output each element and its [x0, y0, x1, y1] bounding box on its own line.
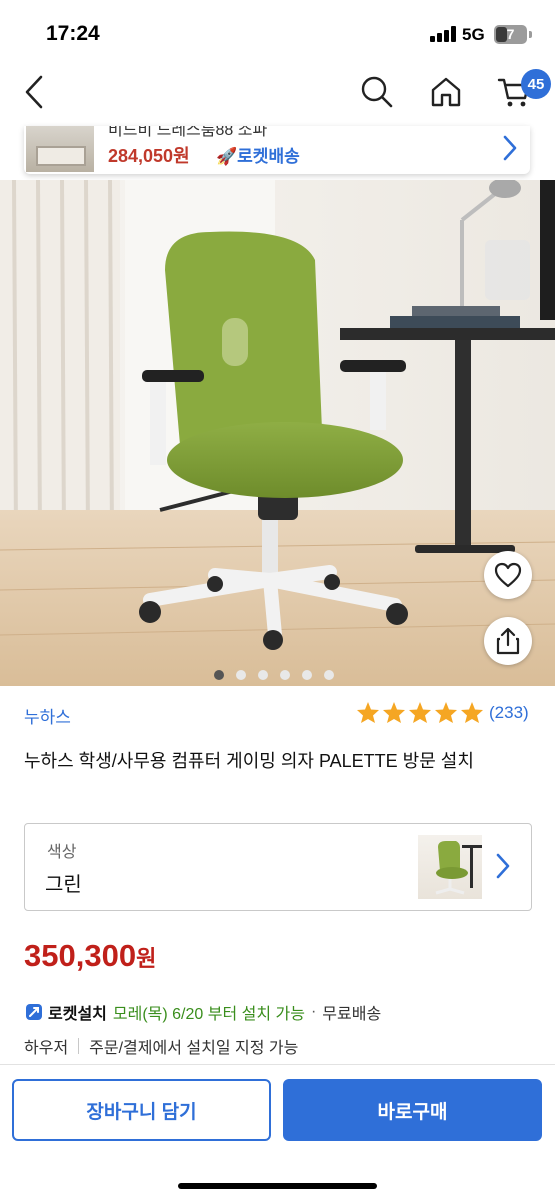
- buy-now-button[interactable]: 바로구매: [283, 1079, 542, 1141]
- product-title: 누하스 학생/사무용 컴퓨터 게이밍 의자 PALETTE 방문 설치: [24, 751, 474, 771]
- chevron-right-icon: [495, 852, 511, 885]
- image-pagination: [214, 670, 334, 680]
- nav-bar: [0, 62, 555, 126]
- option-value: 그린: [45, 874, 82, 896]
- rocket-install-icon: [26, 1004, 42, 1020]
- option-label: 색상: [47, 844, 77, 861]
- product-image[interactable]: [0, 180, 555, 686]
- cart-count-badge: 45: [521, 69, 551, 99]
- pagination-dot[interactable]: [324, 670, 334, 680]
- home-indicator[interactable]: [178, 1183, 377, 1189]
- battery-cap: [529, 31, 532, 38]
- related-product-card[interactable]: 비드비 드레스룸88 소파 284,050원 🚀로켓배송: [24, 126, 530, 174]
- pagination-dot[interactable]: [214, 670, 224, 680]
- favorite-button[interactable]: [484, 551, 532, 599]
- back-button[interactable]: [12, 70, 56, 114]
- related-product-title: 비드비 드레스룸88 소파: [108, 126, 268, 139]
- star-icon: [383, 702, 405, 723]
- star-icon: [357, 702, 379, 723]
- rating-stars[interactable]: [356, 701, 484, 724]
- chair-photo: [0, 180, 555, 686]
- rocket-install-badge: 로켓설치: [48, 1006, 107, 1023]
- review-count[interactable]: (233): [489, 703, 529, 723]
- price-amount: 350,300: [24, 938, 137, 973]
- pagination-dot[interactable]: [302, 670, 312, 680]
- bottom-action-bar: 장바구니 담기 바로구매: [0, 1064, 555, 1200]
- star-icon: [409, 702, 431, 723]
- battery-level: 7: [506, 26, 515, 42]
- seller-info: 하우저 주문/결제에서 설치일 지정 가능: [24, 1034, 298, 1058]
- rocket-icon: 🚀: [216, 147, 238, 166]
- product-price: 350,300원: [24, 938, 156, 974]
- pagination-dot[interactable]: [258, 670, 268, 680]
- status-bar: 17:24 5G 7: [0, 0, 555, 62]
- pagination-dot[interactable]: [280, 670, 290, 680]
- chevron-right-icon[interactable]: [502, 134, 518, 167]
- related-product-price: 284,050원: [108, 146, 190, 166]
- network-label: 5G: [462, 25, 485, 44]
- back-arrow-icon: [25, 75, 43, 109]
- signal-icon: [430, 26, 456, 42]
- home-button[interactable]: [424, 70, 468, 114]
- delivery-date: 모레(목) 6/20 부터 설치 가능: [112, 1006, 305, 1023]
- divider: [78, 1038, 80, 1054]
- related-product-shipping: 🚀로켓배송: [216, 147, 300, 166]
- search-button[interactable]: [355, 70, 399, 114]
- battery-icon: 7: [494, 25, 527, 44]
- color-option-selector[interactable]: 색상 그린: [24, 823, 532, 911]
- brand-link[interactable]: 누하스: [24, 703, 71, 728]
- delivery-info: 로켓설치 모레(목) 6/20 부터 설치 가능 · 무료배송: [24, 1000, 381, 1024]
- share-button[interactable]: [484, 617, 532, 665]
- delivery-separator: ·: [310, 1003, 317, 1020]
- seller-name: 하우저: [24, 1040, 69, 1057]
- star-icon: [461, 702, 483, 723]
- add-to-cart-button[interactable]: 장바구니 담기: [12, 1079, 271, 1141]
- related-product-thumbnail: [26, 126, 94, 172]
- status-time: 17:24: [46, 22, 100, 45]
- delivery-fee: 무료배송: [322, 1006, 382, 1023]
- pagination-dot[interactable]: [236, 670, 246, 680]
- heart-icon: [494, 562, 522, 588]
- home-icon: [431, 77, 461, 107]
- star-icon: [435, 702, 457, 723]
- option-thumbnail: [418, 835, 482, 899]
- install-date-note: 주문/결제에서 설치일 지정 가능: [89, 1040, 299, 1057]
- price-unit: 원: [136, 946, 157, 971]
- search-icon: [361, 76, 393, 108]
- share-icon: [496, 627, 520, 655]
